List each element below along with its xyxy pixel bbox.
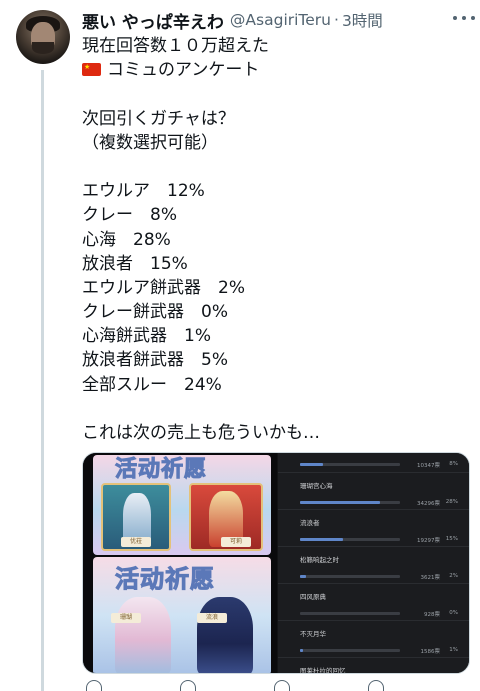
character-figure-wanderer (197, 597, 253, 673)
poll-divider (278, 620, 469, 621)
media-image-banners[interactable]: 活动祈愿 优菈 可莉 活动祈愿 珊瑚 流浪 (83, 453, 277, 673)
character-panel-klee: 可莉 (189, 483, 263, 551)
poll-divider (278, 546, 469, 547)
poll-bar-fill (300, 463, 323, 466)
reply-icon[interactable] (86, 680, 102, 691)
tweet-line: 現在回答数１０万超えた (82, 36, 269, 56)
tweet-line: クレー 8% (82, 205, 177, 226)
tweet-line: エウルア 12% (82, 181, 205, 202)
poll-bar-track (300, 538, 400, 541)
share-icon[interactable] (368, 680, 384, 691)
character-nameplate: 珊瑚 (111, 613, 141, 623)
avatar-beard (32, 42, 54, 54)
character-figure-kokomi (115, 597, 171, 673)
tweet-timestamp[interactable]: 3時間 (342, 9, 383, 31)
tweet-line (82, 155, 467, 179)
tweet-line: 次回引くガチャは？ (82, 108, 235, 129)
character-nameplate: 优菈 (121, 537, 151, 547)
poll-divider (278, 657, 469, 658)
poll-bar-fill (300, 501, 380, 504)
poll-count: 928票 (424, 612, 440, 618)
poll-divider (278, 509, 469, 510)
poll-percent: 2% (449, 573, 458, 579)
header-separator: · (334, 11, 339, 29)
poll-option-label: 流浪者 (300, 519, 320, 527)
poll-count: 19297票 (417, 538, 440, 544)
author-name[interactable]: 悪い やっぱ辛えわ (82, 8, 224, 33)
poll-percent: 0% (449, 610, 458, 616)
avatar[interactable] (16, 10, 70, 64)
poll-option-label: 珊瑚宫心海 (300, 482, 333, 490)
poll-percent: 28% (445, 499, 458, 505)
media-image-poll[interactable]: 10347票 8% 珊瑚宫心海 34296票 28% 流浪者 19297票 15… (278, 453, 469, 674)
tweet-line: 放浪者 15% (82, 253, 188, 274)
china-flag-icon (82, 63, 101, 77)
poll-bar-track (300, 463, 400, 466)
poll-count: 34296票 (417, 501, 440, 507)
poll-option-label: 不灭月华 (300, 630, 326, 638)
tweet-line: 心海餅武器 1% (82, 326, 211, 347)
banner-card-bottom: 活动祈愿 珊瑚 流浪 (93, 557, 271, 673)
poll-bar-track (300, 612, 400, 615)
poll-percent: 8% (449, 461, 458, 467)
tweet-line-with-flag: コミュのアンケート (82, 58, 467, 82)
tweet-media[interactable]: 活动祈愿 优菈 可莉 活动祈愿 珊瑚 流浪 10347票 8% 珊瑚宫心海 34… (82, 452, 470, 674)
tweet-line: 全部スルー 24% (82, 374, 222, 395)
character-panel-eula: 优菈 (101, 483, 171, 551)
banner-title: 活动祈愿 (115, 564, 215, 594)
poll-option-label: 松籁响起之时 (300, 556, 339, 564)
tweet-line: コミュのアンケート (107, 60, 260, 81)
tweet-line: これは次の売上も危ういかも… (82, 423, 320, 443)
banner-title: 活动祈愿 (114, 456, 208, 483)
character-nameplate: 可莉 (221, 537, 251, 547)
author-handle[interactable]: @AsagiriTeru (230, 11, 331, 29)
poll-bar-track (300, 575, 400, 578)
tweet-line: 心海 28% (82, 229, 171, 250)
tweet-header: 悪い やっぱ辛えわ @AsagiriTeru · 3時間 (82, 8, 462, 33)
poll-divider (278, 472, 469, 473)
poll-count: 10347票 (417, 463, 440, 469)
character-nameplate: 流浪 (197, 613, 227, 623)
like-icon[interactable] (274, 680, 290, 691)
tweet-line: エウルア餅武器 2% (82, 277, 245, 298)
poll-bar-track (300, 501, 400, 504)
poll-percent: 1% (449, 647, 458, 653)
poll-bar-fill (300, 575, 306, 578)
banner-card-top: 活动祈愿 优菈 可莉 (93, 455, 271, 555)
tweet-line (82, 397, 467, 421)
poll-count: 3621票 (420, 575, 441, 581)
poll-bar-track (300, 649, 400, 652)
poll-option-label: 图莱杜拉的回忆 (300, 667, 346, 674)
tweet-line: 放浪者餅武器 5% (82, 350, 228, 371)
poll-bar-fill (300, 649, 303, 652)
thread-line (41, 70, 44, 691)
tweet-line: （複数選択可能） (82, 132, 218, 153)
retweet-icon[interactable] (180, 680, 196, 691)
more-options-icon[interactable] (453, 9, 475, 27)
tweet-text: 現在回答数１０万超えた コミュのアンケート 次回引くガチャは？ （複数選択可能）… (82, 34, 467, 445)
poll-option-label: 四风原典 (300, 593, 326, 601)
tweet-actions (82, 680, 470, 691)
tweet-line: クレー餅武器 0% (82, 302, 228, 323)
tweet-line (82, 82, 467, 106)
poll-percent: 15% (445, 536, 458, 542)
poll-count: 1586票 (420, 649, 441, 655)
poll-bar-fill (300, 538, 343, 541)
poll-divider (278, 583, 469, 584)
